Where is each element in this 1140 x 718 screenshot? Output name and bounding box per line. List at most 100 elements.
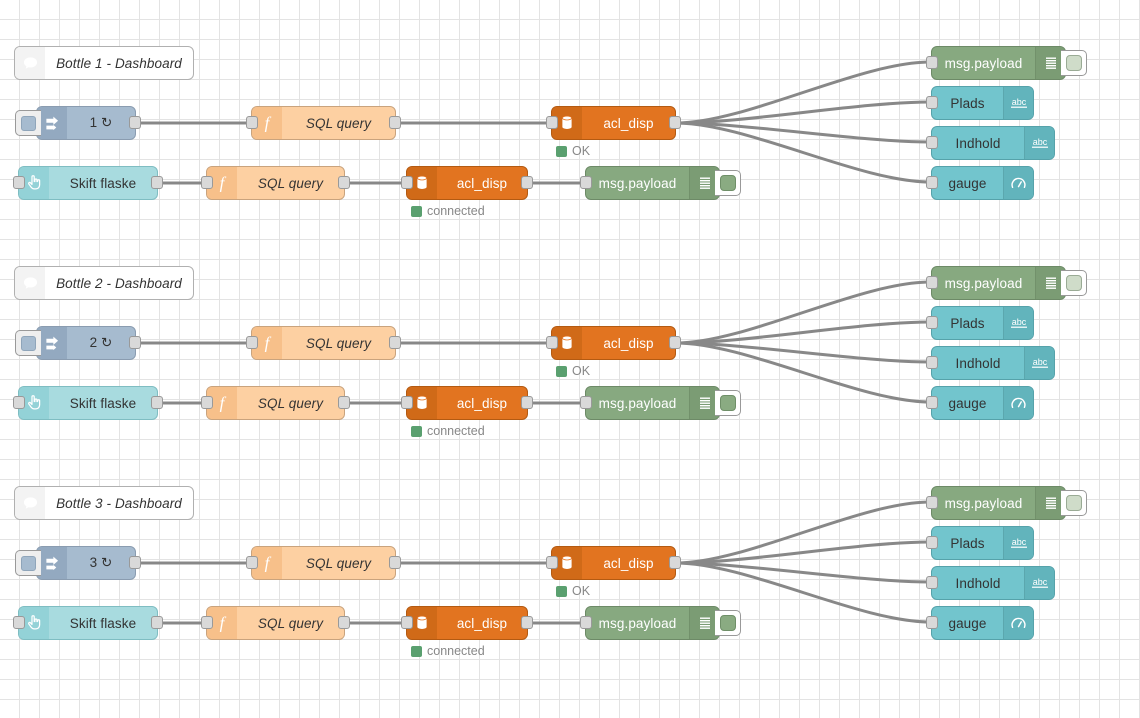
svg-text:f: f [220,394,227,412]
status-badge: OK [556,364,590,378]
output-port[interactable] [389,556,401,569]
ui-button-node[interactable]: Skift flaske [13,386,163,420]
output-port[interactable] [521,396,533,409]
output-port[interactable] [521,176,533,189]
status-dot [411,205,422,217]
input-port[interactable] [201,616,213,629]
input-port[interactable] [580,616,592,629]
ui-text-node[interactable]: Indhold abc [926,566,1055,600]
database-node[interactable]: acl_disp connected [401,166,533,218]
input-port[interactable] [401,176,413,189]
output-port[interactable] [129,556,141,569]
ui-text-node[interactable]: Plads abc [926,526,1034,560]
ui-text-node[interactable]: Plads abc [926,86,1034,120]
input-port[interactable] [201,396,213,409]
input-port[interactable] [926,316,938,329]
debug-node[interactable]: msg.payload [580,166,741,200]
function-node[interactable]: f SQL query [201,166,350,200]
ui-button-node[interactable]: Skift flaske [13,606,163,640]
output-port[interactable] [669,336,681,349]
output-port[interactable] [129,116,141,129]
ui-text-node[interactable]: Indhold abc [926,346,1055,380]
debug-node[interactable]: msg.payload [926,46,1087,80]
output-port[interactable] [151,176,163,189]
comment-node[interactable]: Bottle 2 - Dashboard [14,266,194,300]
function-node[interactable]: f SQL query [246,326,401,360]
input-port[interactable] [546,556,558,569]
debug-toggle-button[interactable] [1061,270,1087,296]
input-port[interactable] [926,96,938,109]
input-port[interactable] [926,536,938,549]
inject-node[interactable]: 2 ↻ [15,326,141,360]
comment-node[interactable]: Bottle 1 - Dashboard [14,46,194,80]
output-port[interactable] [129,336,141,349]
svg-text:f: f [220,614,227,632]
database-node[interactable]: acl_disp connected [401,386,533,438]
function-node[interactable]: f SQL query [201,606,350,640]
ui-button-node[interactable]: Skift flaske [13,166,163,200]
input-port[interactable] [246,556,258,569]
input-port[interactable] [13,176,25,189]
ui-text-node[interactable]: Plads abc [926,306,1034,340]
ui-text-node[interactable]: Indhold abc [926,126,1055,160]
input-port[interactable] [546,116,558,129]
input-port[interactable] [246,116,258,129]
debug-toggle-button[interactable] [715,610,741,636]
input-port[interactable] [926,576,938,589]
input-port[interactable] [13,616,25,629]
debug-node[interactable]: msg.payload [580,606,741,640]
output-port[interactable] [338,176,350,189]
input-port[interactable] [926,56,938,69]
debug-toggle-button[interactable] [715,170,741,196]
input-port[interactable] [926,176,938,189]
ui-gauge-node[interactable]: gauge [926,166,1034,200]
input-port[interactable] [246,336,258,349]
database-node[interactable]: acl_disp connected [401,606,533,658]
input-port[interactable] [401,396,413,409]
database-node[interactable]: acl_disp OK [546,546,681,598]
input-port[interactable] [201,176,213,189]
debug-node[interactable]: msg.payload [926,266,1087,300]
svg-text:abc: abc [1032,357,1047,367]
ui-gauge-node[interactable]: gauge [926,606,1034,640]
input-port[interactable] [926,136,938,149]
inject-trigger-button[interactable] [15,330,41,356]
output-port[interactable] [389,116,401,129]
input-port[interactable] [13,396,25,409]
input-port[interactable] [926,496,938,509]
output-port[interactable] [669,556,681,569]
ui-gauge-node[interactable]: gauge [926,386,1034,420]
input-port[interactable] [401,616,413,629]
inject-trigger-button[interactable] [15,550,41,576]
debug-node[interactable]: msg.payload [926,486,1087,520]
inject-node[interactable]: 3 ↻ [15,546,141,580]
output-port[interactable] [389,336,401,349]
function-node[interactable]: f SQL query [246,106,401,140]
output-port[interactable] [521,616,533,629]
output-port[interactable] [338,396,350,409]
inject-node[interactable]: 1 ↻ [15,106,141,140]
input-port[interactable] [580,396,592,409]
debug-toggle-button[interactable] [715,390,741,416]
input-port[interactable] [926,356,938,369]
database-node[interactable]: acl_disp OK [546,326,681,378]
output-port[interactable] [669,116,681,129]
input-port[interactable] [926,616,938,629]
output-port[interactable] [338,616,350,629]
gauge-dial-icon [1003,607,1033,639]
debug-toggle-button[interactable] [1061,50,1087,76]
comment-node[interactable]: Bottle 3 - Dashboard [14,486,194,520]
function-node[interactable]: f SQL query [201,386,350,420]
flow-canvas[interactable]: Bottle 1 - Dashboard 1 ↻ f SQL query acl… [0,0,1140,718]
output-port[interactable] [151,396,163,409]
debug-toggle-button[interactable] [1061,490,1087,516]
input-port[interactable] [580,176,592,189]
input-port[interactable] [926,396,938,409]
debug-node[interactable]: msg.payload [580,386,741,420]
inject-trigger-button[interactable] [15,110,41,136]
input-port[interactable] [926,276,938,289]
output-port[interactable] [151,616,163,629]
database-node[interactable]: acl_disp OK [546,106,681,158]
input-port[interactable] [546,336,558,349]
function-node[interactable]: f SQL query [246,546,401,580]
